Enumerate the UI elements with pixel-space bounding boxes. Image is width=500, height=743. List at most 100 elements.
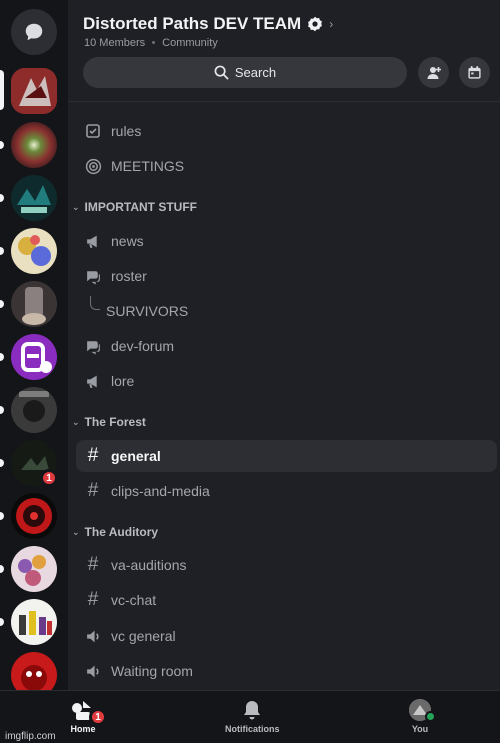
- server-icon[interactable]: [11, 228, 57, 274]
- tab-label: Notifications: [225, 724, 280, 734]
- channel-panel: Distorted Paths DEV TEAM › 10 Members Com…: [68, 0, 500, 690]
- category-label: IMPORTANT STUFF: [84, 200, 197, 214]
- channel-meetings[interactable]: MEETINGS: [76, 150, 497, 182]
- channel-news[interactable]: news: [76, 225, 497, 257]
- discord-mobile-app: 1 Distorted Paths DEV TEAM › 10 Members C…: [0, 0, 500, 743]
- calendar-icon: [468, 65, 481, 79]
- server-icon[interactable]: [11, 334, 57, 380]
- chevron-right-icon: ›: [329, 17, 334, 31]
- member-count: 10 Members: [84, 37, 146, 49]
- hash-icon: #: [87, 445, 99, 466]
- forum-icon: [84, 337, 102, 355]
- channel-label: rules: [111, 123, 142, 139]
- bell-icon: [244, 701, 261, 720]
- invite-members-button[interactable]: [418, 57, 449, 88]
- channel-waiting-room[interactable]: Waiting room: [76, 655, 497, 687]
- unread-indicator: [0, 247, 4, 255]
- thread-survivors[interactable]: SURVIVORS: [76, 295, 497, 327]
- server-name: Distorted Paths DEV TEAM: [83, 14, 302, 33]
- voice-icon: [84, 662, 102, 680]
- hash-icon: #: [87, 589, 99, 610]
- category-the-auditory[interactable]: ⌄ The Auditory: [72, 522, 158, 542]
- channel-va-auditions[interactable]: # va-auditions: [76, 549, 497, 581]
- unread-indicator: [0, 512, 4, 520]
- channel-dev-forum[interactable]: dev-forum: [76, 330, 497, 362]
- search-label: Search: [234, 65, 277, 80]
- server-subtitle: 10 Members Community: [84, 37, 218, 49]
- announcement-icon: [84, 372, 102, 390]
- watermark-text: imgflip.com: [5, 731, 56, 742]
- unread-indicator: [0, 353, 4, 361]
- announcement-icon: [84, 232, 102, 250]
- chevron-down-icon: ⌄: [72, 416, 80, 427]
- tab-you[interactable]: You: [409, 699, 436, 734]
- community-badge-icon: [308, 16, 323, 32]
- avatar: [409, 699, 436, 722]
- server-icon[interactable]: [11, 493, 57, 539]
- server-icon[interactable]: [11, 599, 57, 645]
- category-the-forest[interactable]: ⌄ The Forest: [72, 412, 146, 432]
- chat-bubble-icon: [25, 23, 43, 41]
- unread-indicator: [0, 459, 4, 467]
- channel-label: clips-and-media: [111, 483, 210, 499]
- active-server-indicator: [0, 70, 4, 110]
- channel-label: MEETINGS: [111, 158, 185, 174]
- direct-messages-button[interactable]: [11, 9, 57, 55]
- server-icon[interactable]: [11, 387, 57, 433]
- category-label: The Auditory: [84, 525, 159, 539]
- search-icon: [214, 65, 229, 80]
- server-icon[interactable]: [11, 281, 57, 327]
- server-icon-distorted-paths[interactable]: [11, 68, 57, 114]
- server-name-button[interactable]: Distorted Paths DEV TEAM ›: [83, 14, 333, 34]
- channel-label: general: [111, 448, 161, 464]
- chevron-down-icon: ⌄: [72, 526, 80, 537]
- events-button[interactable]: [459, 57, 490, 88]
- voice-icon: [84, 627, 102, 645]
- channel-general[interactable]: # general: [76, 440, 497, 472]
- hash-icon: #: [87, 554, 99, 575]
- unread-indicator: [0, 565, 4, 573]
- online-status-indicator: [425, 711, 436, 722]
- channel-lore[interactable]: lore: [76, 365, 497, 397]
- server-icon[interactable]: [11, 122, 57, 168]
- chevron-down-icon: ⌄: [72, 201, 80, 212]
- channel-label: Waiting room: [111, 663, 193, 679]
- server-type: Community: [162, 37, 218, 49]
- tab-notifications[interactable]: Notifications: [225, 699, 280, 734]
- channel-clips-and-media[interactable]: # clips-and-media: [76, 475, 497, 507]
- channel-label: va-auditions: [111, 557, 187, 573]
- channel-vc-general[interactable]: vc general: [76, 620, 497, 652]
- channel-vc-chat[interactable]: # vc-chat: [76, 584, 497, 616]
- channel-label: dev-forum: [111, 338, 175, 354]
- forum-icon: [84, 267, 102, 285]
- channel-roster[interactable]: roster: [76, 260, 497, 292]
- unread-indicator: [0, 618, 4, 626]
- hash-icon: #: [87, 480, 99, 501]
- server-icon[interactable]: [11, 546, 57, 592]
- channel-label: lore: [111, 373, 135, 389]
- unread-indicator: [0, 194, 4, 202]
- server-icon[interactable]: [11, 175, 57, 221]
- tab-label: You: [411, 724, 429, 734]
- channel-label: vc general: [111, 628, 176, 644]
- server-rail: 1: [0, 0, 68, 698]
- unread-indicator: [0, 141, 4, 149]
- channel-label: news: [111, 233, 144, 249]
- thread-label: SURVIVORS: [106, 303, 189, 319]
- add-member-icon: [427, 66, 441, 79]
- search-bar[interactable]: Search: [83, 57, 407, 88]
- category-important-stuff[interactable]: ⌄ IMPORTANT STUFF: [72, 197, 197, 217]
- category-label: The Forest: [84, 415, 146, 429]
- unread-indicator: [0, 406, 4, 414]
- stage-icon: [84, 157, 102, 175]
- server-header: Distorted Paths DEV TEAM › 10 Members Com…: [68, 0, 500, 102]
- unread-indicator: [0, 300, 4, 308]
- channel-label: roster: [111, 268, 147, 284]
- bottom-nav: Home 1 Notifications You: [0, 690, 500, 743]
- channel-label: vc-chat: [111, 592, 157, 608]
- tab-label: Home: [70, 724, 96, 734]
- home-notification-badge: 1: [89, 708, 107, 726]
- server-mention-badge: 1: [40, 469, 58, 487]
- rules-icon: [84, 122, 102, 140]
- channel-rules[interactable]: rules: [76, 115, 497, 147]
